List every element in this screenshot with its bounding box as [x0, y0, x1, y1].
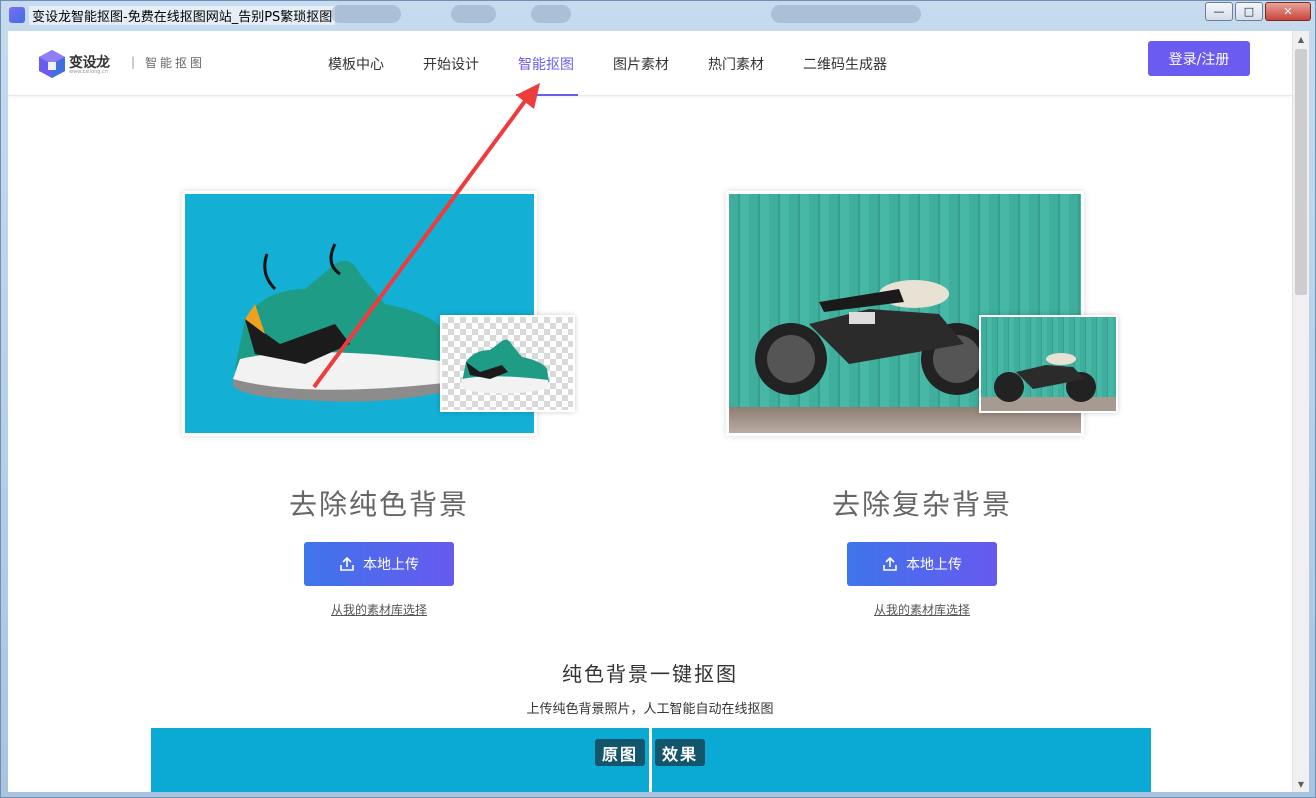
card-title-complex: 去除复杂背景: [831, 488, 1012, 521]
upload-button-label: 本地上传: [363, 557, 419, 573]
motorcycle-thumbnail-image: [981, 353, 1116, 411]
logo-url: www.bsilong.cn: [69, 69, 108, 75]
blurred-taskbar-region: [331, 5, 401, 23]
login-register-button[interactable]: 登录/注册: [1148, 41, 1250, 76]
library-link-complex[interactable]: 从我的素材库选择: [842, 601, 1002, 618]
nav-item-start-design[interactable]: 开始设计: [423, 31, 479, 96]
logo-icon[interactable]: [38, 49, 66, 79]
tag-before: 原图: [595, 739, 646, 766]
library-link-solid[interactable]: 从我的素材库选择: [299, 601, 459, 618]
close-button[interactable]: ✕: [1265, 2, 1311, 21]
window-title: 变设龙智能抠图-免费在线抠图网站_告别PS繁琐抠图: [29, 6, 336, 25]
nav-item-templates[interactable]: 模板中心: [328, 31, 384, 96]
blurred-taskbar-region: [531, 5, 571, 23]
logo-subtitle: 智能抠图: [145, 56, 206, 70]
browser-window: 变设龙智能抠图-免费在线抠图网站_告别PS繁琐抠图 — □ ✕ 变设龙 www.…: [0, 0, 1316, 798]
sneaker-cutout-image: [461, 339, 549, 394]
nav-item-image-assets[interactable]: 图片素材: [613, 31, 669, 96]
window-controls: — □ ✕: [1203, 2, 1311, 21]
nav-item-hot-assets[interactable]: 热门素材: [708, 31, 764, 96]
maximize-button[interactable]: □: [1235, 2, 1263, 21]
nav-item-smart-cutout[interactable]: 智能抠图: [516, 31, 578, 96]
site-header: 变设龙 www.bsilong.cn | 智能抠图 模板中心 开始设计 智能抠图…: [8, 31, 1292, 96]
card-title-solid: 去除纯色背景: [288, 488, 469, 521]
before-after-comparison: 原图 效果: [151, 728, 1151, 792]
upload-button-label: 本地上传: [906, 557, 962, 573]
scroll-down-arrow-icon[interactable]: ▼: [1293, 776, 1309, 792]
title-bar: 变设龙智能抠图-免费在线抠图网站_告别PS繁琐抠图 — □ ✕: [1, 1, 1316, 29]
logo-separator: |: [131, 55, 136, 69]
cutout-result-thumbnail: [979, 315, 1118, 413]
scrollbar-thumb[interactable]: [1295, 49, 1307, 295]
minimize-button[interactable]: —: [1205, 2, 1233, 21]
upload-icon: [883, 556, 897, 571]
scroll-up-arrow-icon[interactable]: ▲: [1293, 31, 1309, 47]
main-nav: 模板中心 开始设计 智能抠图 图片素材 热门素材 二维码生成器: [328, 31, 926, 96]
blurred-taskbar-region: [771, 5, 921, 23]
app-icon: [9, 7, 25, 23]
vertical-scrollbar[interactable]: ▲ ▼: [1292, 31, 1309, 792]
tag-after: 效果: [655, 739, 706, 766]
upload-icon: [340, 556, 354, 571]
nav-item-qrcode-generator[interactable]: 二维码生成器: [803, 31, 887, 96]
section-title: 纯色背景一键抠图: [562, 662, 738, 686]
comparison-divider[interactable]: [649, 728, 652, 792]
section-subtitle: 上传纯色背景照片，人工智能自动在线抠图: [526, 702, 774, 717]
blurred-taskbar-region: [451, 5, 496, 23]
cutout-result-thumbnail: [440, 315, 575, 412]
page-viewport: 变设龙 www.bsilong.cn | 智能抠图 模板中心 开始设计 智能抠图…: [8, 31, 1292, 792]
upload-button-complex[interactable]: 本地上传: [847, 542, 997, 586]
upload-button-solid[interactable]: 本地上传: [304, 542, 454, 586]
